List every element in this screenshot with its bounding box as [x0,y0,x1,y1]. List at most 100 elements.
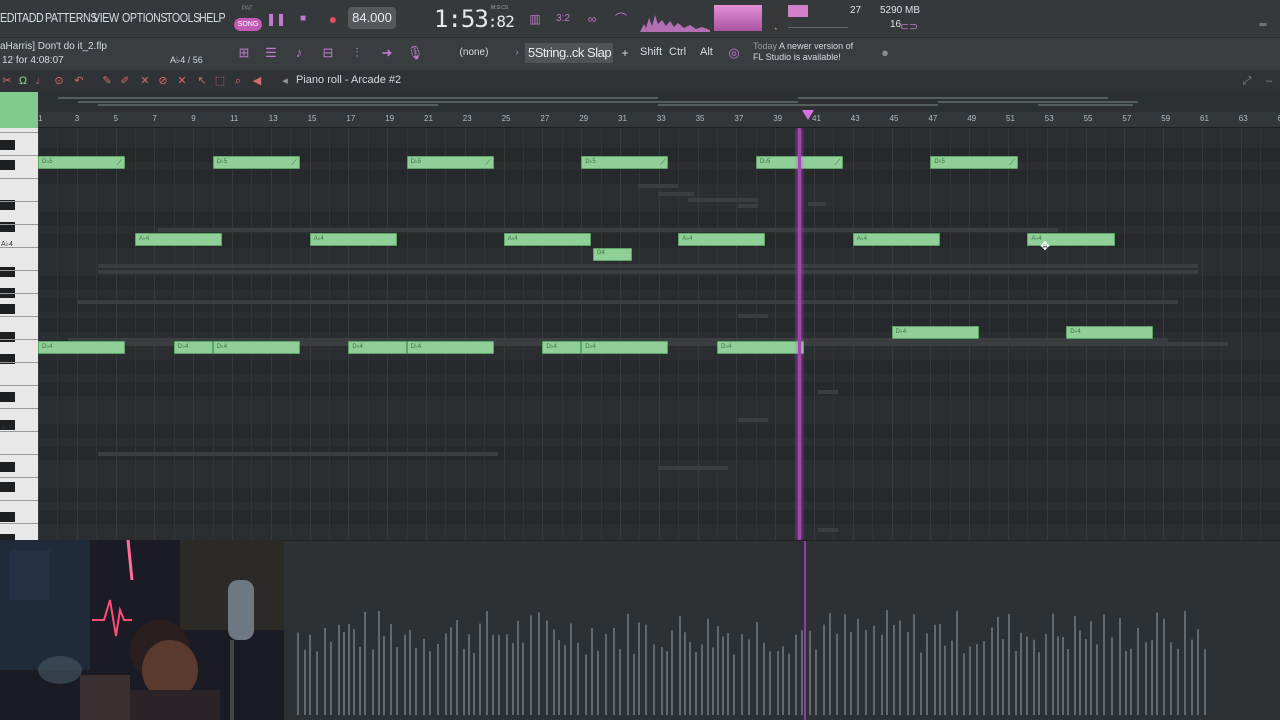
note[interactable]: G4 [592,248,632,261]
note-grid[interactable]: D♭5 ⟋ D♭5 ⟋ D♭5 ⟋ D♭5 ⟋ D♭5 ⟋ D♭5 ⟋ A♭4 A♭4 A♭4 A♭4 A♭4 A… [38,128,1280,540]
arrow-icon[interactable]: ➜ [376,43,398,63]
grid-bar-line [503,128,505,540]
news-icon[interactable]: ◎ [723,43,745,63]
velocity-event-editor[interactable] [284,540,1280,720]
note[interactable]: A♭4 [678,233,766,246]
note[interactable]: A♭4 [503,233,591,246]
menu-edit[interactable]: EDIT [0,10,23,25]
ghost-note [738,204,758,208]
note[interactable]: D♭5 ⟋ [406,156,494,169]
note[interactable]: D♭4 [212,341,300,354]
chevron-left-icon[interactable]: ◂ [278,73,292,89]
channel-rack-icon[interactable]: ☰ [260,43,282,63]
mixer-icon[interactable]: ⊟ [317,43,339,63]
note-label: A♭4 [682,236,693,242]
note[interactable]: D♭4 [891,326,979,339]
pencil-icon[interactable]: ✎ [100,73,114,89]
select-icon[interactable]: ⬚ [213,73,227,89]
record-button[interactable]: ● [322,9,344,29]
menu-help[interactable]: HELP [199,10,226,25]
note-label: D♭4 [216,344,228,350]
menu-patterns[interactable]: PATTERNS [45,10,97,25]
note[interactable]: D♭4 [581,341,669,354]
minimize-icon[interactable]: ‗ [1252,10,1274,28]
playhead[interactable] [798,128,802,540]
loop-record-icon[interactable]: ∞ [581,10,603,28]
playback-icon[interactable]: ♩ [34,73,48,89]
tempo-display[interactable]: 84.000 [348,7,396,29]
pat-song-toggle[interactable]: PAT SONG [234,6,262,32]
undo-icon[interactable]: ↶ [72,73,86,89]
black-key[interactable] [0,160,15,170]
bar-number: 31 [618,114,627,123]
note[interactable]: D♭4 [542,341,582,354]
note[interactable]: D♭4 [717,341,805,354]
stop-button[interactable]: ■ [292,9,314,29]
brush-icon[interactable]: ✐ [118,73,132,89]
note[interactable]: D♭5 ⟋ [212,156,300,169]
piano-roll-icon[interactable]: ♪ [288,43,310,63]
close-icon[interactable]: – [1262,73,1276,89]
pattern-selector[interactable]: (none) [440,44,508,62]
velocity-lane[interactable] [288,607,1208,715]
note[interactable]: D♭4 [173,341,213,354]
slice-icon[interactable]: ✕ [175,73,189,89]
note-resize-grip[interactable]: ⟋ [117,158,123,168]
news-panel[interactable]: Today A newer version of FL Studio is av… [753,41,853,63]
note[interactable]: A♭4 [309,233,397,246]
ctrl-key[interactable]: Ctrl [669,46,686,58]
note-label: D♭4 [546,344,557,350]
globe-icon[interactable]: ● [874,43,896,63]
typing-keyboard-icon[interactable]: ▥ [524,10,546,28]
shift-key[interactable]: Shift [640,46,662,58]
black-key[interactable] [0,140,15,150]
note-resize-grip[interactable]: ⟋ [834,158,840,168]
microphone-icon[interactable]: 🎙 [404,43,426,63]
note[interactable]: D♭4 [406,341,494,354]
note[interactable]: A♭4 [852,233,941,246]
menu-tools[interactable]: TOOLS [166,10,200,25]
menu-add[interactable]: ADD [22,10,44,25]
note[interactable]: D♭4 [1066,326,1154,339]
menu-view[interactable]: VIEW [93,10,119,25]
black-key[interactable] [0,304,15,314]
playhead-marker[interactable] [802,110,814,120]
note-resize-grip[interactable]: ⟋ [660,158,666,168]
step-sequencer-icon[interactable]: ⫶ [346,43,368,63]
tools-menu-icon[interactable]: ✂ [0,73,14,89]
note[interactable]: D♭5 ⟋ [930,156,1018,169]
note[interactable]: D♭4 [348,341,407,354]
metronome-icon[interactable]: ⌒ [610,10,632,28]
magnet-icon[interactable]: Ω [16,73,30,89]
playlist-icon[interactable]: ⊞ [233,43,255,63]
mute-icon[interactable]: ⊘ [156,73,170,89]
pattern-overview[interactable] [38,92,1280,112]
note[interactable]: D♭5 ⟋ [38,156,126,169]
detach-icon[interactable]: ⤢ [1240,73,1254,89]
black-key[interactable] [0,267,15,277]
delete-icon[interactable]: ✕ [138,73,152,89]
alt-key[interactable]: Alt [700,46,713,58]
black-key[interactable] [0,332,15,342]
stamp-icon[interactable]: ⊙ [52,73,66,89]
step-edit-icon[interactable]: 3:2 [552,10,574,28]
note[interactable]: A♭4 [135,233,223,246]
add-icon[interactable]: + [614,43,636,63]
preset-selector[interactable]: 5String..ck Slap [525,43,613,63]
note-resize-grip[interactable]: ⟋ [485,158,491,168]
pause-button[interactable]: ❚❚ [265,9,287,29]
zoom-icon[interactable]: ⌕ [231,73,245,89]
note-resize-grip[interactable]: ⟋ [291,158,297,168]
black-key[interactable] [0,392,15,402]
black-key[interactable] [0,512,15,522]
note[interactable]: D♭5 ⟋ [581,156,669,169]
black-key[interactable] [0,482,15,492]
timeline-ruler[interactable]: 1 3 5 7 9 11 13 15 17 19 21 23 25 27 29 31 33 35 37 39 41 43… [38,112,1280,128]
note[interactable]: D♭4 [38,341,126,354]
black-key[interactable] [0,462,15,472]
piano-keyboard[interactable]: A♭4 A♭3 [0,92,38,584]
menu-options[interactable]: OPTIONS [122,10,168,25]
speaker-icon[interactable]: ◀ [250,73,264,89]
slip-icon[interactable]: ↖ [195,73,209,89]
note-resize-grip[interactable]: ⟋ [1009,158,1015,168]
